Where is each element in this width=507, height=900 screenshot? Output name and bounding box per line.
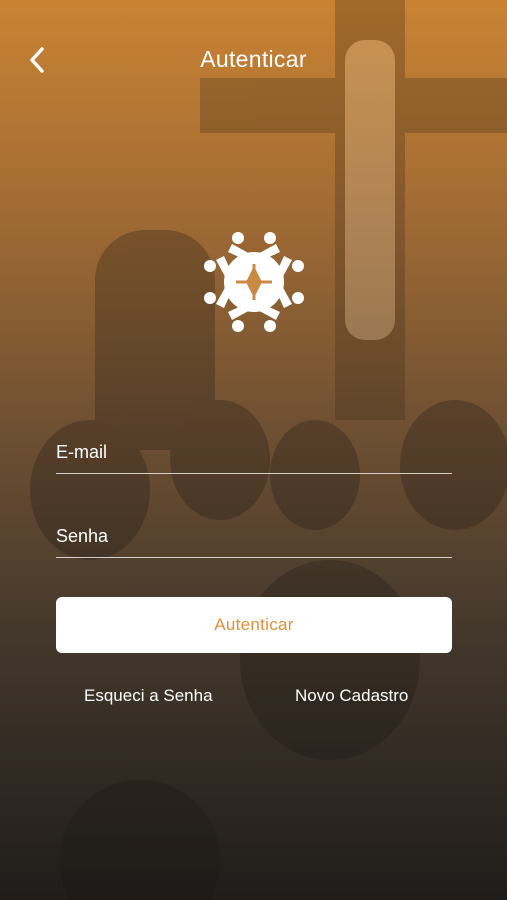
page-title: Autenticar: [200, 46, 307, 72]
email-field[interactable]: [56, 424, 452, 474]
audience-head: [60, 780, 220, 900]
email-input[interactable]: [56, 424, 452, 473]
audience-head: [240, 560, 420, 760]
app-logo: [204, 232, 304, 332]
password-field[interactable]: [56, 508, 452, 558]
authenticate-button[interactable]: Autenticar: [56, 597, 452, 653]
password-input[interactable]: [56, 508, 452, 557]
register-link[interactable]: Novo Cadastro: [295, 686, 408, 706]
navigation-bar: Autenticar: [0, 0, 507, 120]
forgot-password-link[interactable]: Esqueci a Senha: [84, 686, 213, 706]
